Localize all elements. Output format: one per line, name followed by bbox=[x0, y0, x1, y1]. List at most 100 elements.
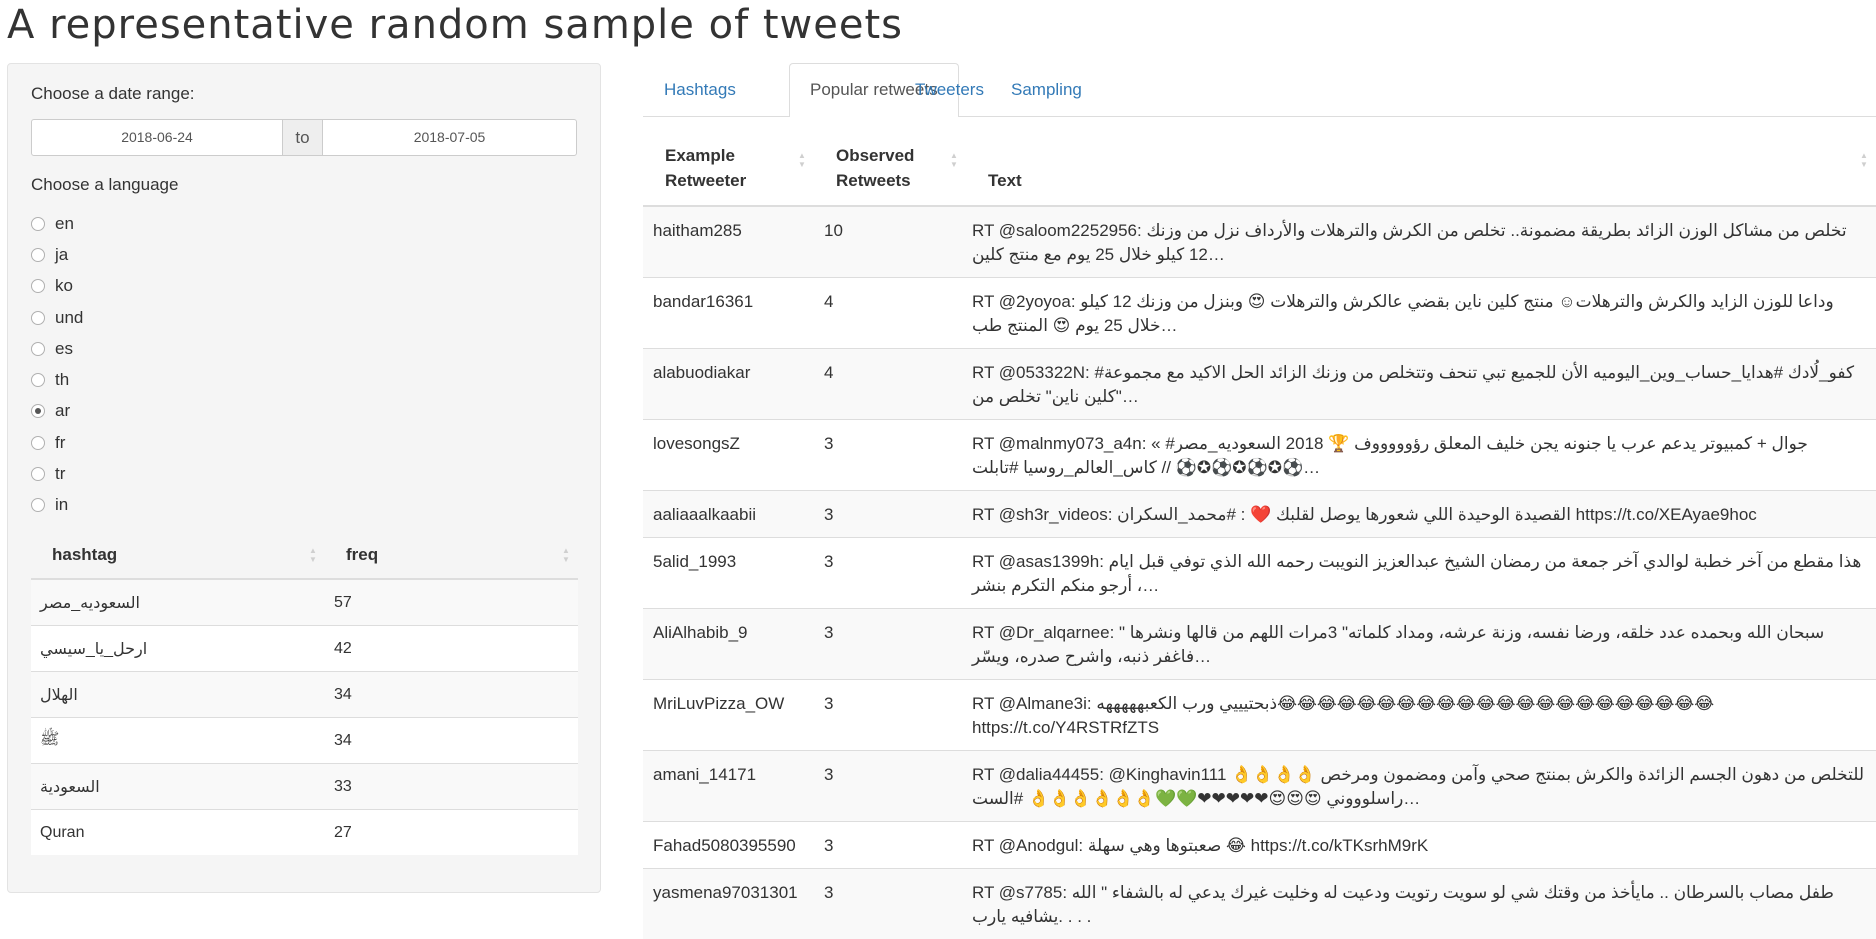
table-row: amani_141713RT @dalia44455: @Kinghavin11… bbox=[643, 751, 1876, 822]
sidebar-panel: Choose a date range: 2018-06-24 to 2018-… bbox=[7, 63, 601, 893]
tweet-text-cell: RT @Dr_alqarnee: " سبحان الله وبحمده عدد… bbox=[966, 609, 1876, 680]
radio-button[interactable] bbox=[31, 217, 45, 231]
column-header-label: Text bbox=[988, 171, 1022, 190]
freq-cell: 42 bbox=[325, 626, 578, 672]
language-label: Choose a language bbox=[31, 175, 178, 195]
radio-button[interactable] bbox=[31, 373, 45, 387]
radio-button[interactable] bbox=[31, 436, 45, 450]
hashtag-cell: Quran bbox=[31, 810, 325, 856]
tweet-text-cell: RT @Anodgul: صعبتوها وهي سهلة 😂 https://… bbox=[966, 822, 1876, 869]
popular-retweets-table: Example Retweeter ▲▼ Observed Retweets ▲… bbox=[643, 117, 1876, 939]
language-option-th[interactable]: th bbox=[31, 364, 83, 395]
tab-tweeters[interactable]: Tweeters bbox=[894, 63, 1005, 117]
language-option-und[interactable]: und bbox=[31, 302, 83, 333]
column-header-label: hashtag bbox=[52, 545, 117, 564]
date-end-input[interactable]: 2018-07-05 bbox=[322, 119, 577, 156]
language-option-label: und bbox=[55, 308, 83, 328]
retweet-count-cell: 3 bbox=[814, 609, 966, 680]
retweeter-cell: Fahad5080395590 bbox=[643, 822, 814, 869]
column-header-example-retweeter[interactable]: Example Retweeter ▲▼ bbox=[643, 117, 814, 206]
language-option-label: in bbox=[55, 495, 68, 515]
radio-button[interactable] bbox=[31, 279, 45, 293]
hashtag-cell: السعودية bbox=[31, 764, 325, 810]
column-header-text[interactable]: Text ▲▼ bbox=[966, 117, 1876, 206]
table-row: MriLuvPizza_OW3RT @Almane3i: ذبحتيييي ور… bbox=[643, 680, 1876, 751]
retweet-count-cell: 4 bbox=[814, 278, 966, 349]
table-row: lovesongsZ3RT @malnmy073_a4n: « #جوال + … bbox=[643, 420, 1876, 491]
retweet-count-cell: 10 bbox=[814, 206, 966, 278]
radio-button[interactable] bbox=[31, 404, 45, 418]
hashtag-cell: ﷺ bbox=[31, 718, 325, 764]
column-header-freq[interactable]: freq ▲▼ bbox=[325, 532, 578, 579]
table-row: AliAlhabib_93RT @Dr_alqarnee: " سبحان ال… bbox=[643, 609, 1876, 680]
retweeter-cell: yasmena97031301 bbox=[643, 869, 814, 939]
retweeter-cell: alabuodiakar bbox=[643, 349, 814, 420]
table-row: haitham28510RT @saloom2252956: تخلص من م… bbox=[643, 206, 1876, 278]
column-header-label: Observed Retweets bbox=[836, 146, 914, 190]
date-range-input: 2018-06-24 to 2018-07-05 bbox=[31, 119, 577, 156]
language-option-label: es bbox=[55, 339, 73, 359]
tab-sampling[interactable]: Sampling bbox=[990, 63, 1103, 117]
retweet-count-cell: 3 bbox=[814, 538, 966, 609]
retweeter-cell: aaliaaalkaabii bbox=[643, 491, 814, 538]
language-option-label: th bbox=[55, 370, 69, 390]
language-option-label: ja bbox=[55, 245, 68, 265]
tab-bar: HashtagsPopular retweetsTweetersSampling bbox=[643, 63, 1876, 117]
radio-button[interactable] bbox=[31, 311, 45, 325]
column-header-hashtag[interactable]: hashtag ▲▼ bbox=[31, 532, 325, 579]
radio-button[interactable] bbox=[31, 342, 45, 356]
hashtag-cell: ارحل_يا_سيسي bbox=[31, 626, 325, 672]
freq-cell: 27 bbox=[325, 810, 578, 856]
sort-icon: ▲▼ bbox=[1860, 151, 1868, 169]
tweet-text-cell: RT @malnmy073_a4n: « #جوال + كمبيوتر يدع… bbox=[966, 420, 1876, 491]
language-option-label: tr bbox=[55, 464, 65, 484]
retweeter-cell: amani_14171 bbox=[643, 751, 814, 822]
language-option-ar[interactable]: ar bbox=[31, 396, 83, 427]
language-option-in[interactable]: in bbox=[31, 490, 83, 521]
tab-hashtags[interactable]: Hashtags bbox=[643, 63, 757, 117]
table-row: yasmena970313013RT @s7785: طفل مصاب بالس… bbox=[643, 869, 1876, 939]
retweeter-cell: MriLuvPizza_OW bbox=[643, 680, 814, 751]
column-header-label: Example Retweeter bbox=[665, 146, 746, 190]
retweet-count-cell: 3 bbox=[814, 751, 966, 822]
table-row: ﷺ34 bbox=[31, 718, 578, 764]
retweeter-cell: 5alid_1993 bbox=[643, 538, 814, 609]
hashtag-table: hashtag ▲▼ freq ▲▼ السعوديه_مصر57ارحل_يا… bbox=[31, 532, 578, 855]
retweeter-cell: haitham285 bbox=[643, 206, 814, 278]
language-option-label: fr bbox=[55, 433, 65, 453]
tweet-text-cell: RT @s7785: طفل مصاب بالسرطان .. مايأخذ م… bbox=[966, 869, 1876, 939]
language-radio-group: en ja ko und es th ar fr tr in bbox=[31, 208, 83, 521]
language-option-tr[interactable]: tr bbox=[31, 458, 83, 489]
date-start-input[interactable]: 2018-06-24 bbox=[31, 119, 283, 156]
radio-button[interactable] bbox=[31, 467, 45, 481]
table-row: السعوديه_مصر57 bbox=[31, 579, 578, 626]
freq-cell: 34 bbox=[325, 718, 578, 764]
language-option-en[interactable]: en bbox=[31, 208, 83, 239]
tweet-text-cell: RT @Almane3i: ذبحتيييي ورب الكعبهههههه😂😂… bbox=[966, 680, 1876, 751]
hashtag-cell: الهلال bbox=[31, 672, 325, 718]
freq-cell: 33 bbox=[325, 764, 578, 810]
date-range-label: Choose a date range: bbox=[31, 84, 195, 104]
language-option-ko[interactable]: ko bbox=[31, 271, 83, 302]
table-row: aaliaaalkaabii3RT @sh3r_videos: القصيدة … bbox=[643, 491, 1876, 538]
table-row: Fahad50803955903RT @Anodgul: صعبتوها وهي… bbox=[643, 822, 1876, 869]
table-row: alabuodiakar4RT @053322N: #كفو_لُادك #هد… bbox=[643, 349, 1876, 420]
radio-button[interactable] bbox=[31, 248, 45, 262]
language-option-ja[interactable]: ja bbox=[31, 239, 83, 270]
column-header-observed-retweets[interactable]: Observed Retweets ▲▼ bbox=[814, 117, 966, 206]
table-row: 5alid_19933RT @asas1399h: هذا مقطع من آخ… bbox=[643, 538, 1876, 609]
tweet-text-cell: RT @asas1399h: هذا مقطع من آخر خطبة لوال… bbox=[966, 538, 1876, 609]
page-title: A representative random sample of tweets bbox=[7, 2, 903, 48]
language-option-label: ko bbox=[55, 276, 73, 296]
sort-icon: ▲▼ bbox=[562, 546, 570, 564]
language-option-label: ar bbox=[55, 401, 70, 421]
language-option-fr[interactable]: fr bbox=[31, 427, 83, 458]
freq-cell: 34 bbox=[325, 672, 578, 718]
radio-button[interactable] bbox=[31, 498, 45, 512]
table-row: الهلال34 bbox=[31, 672, 578, 718]
retweet-count-cell: 4 bbox=[814, 349, 966, 420]
date-range-separator: to bbox=[283, 119, 322, 156]
language-option-es[interactable]: es bbox=[31, 333, 83, 364]
freq-cell: 57 bbox=[325, 579, 578, 626]
retweeter-cell: AliAlhabib_9 bbox=[643, 609, 814, 680]
